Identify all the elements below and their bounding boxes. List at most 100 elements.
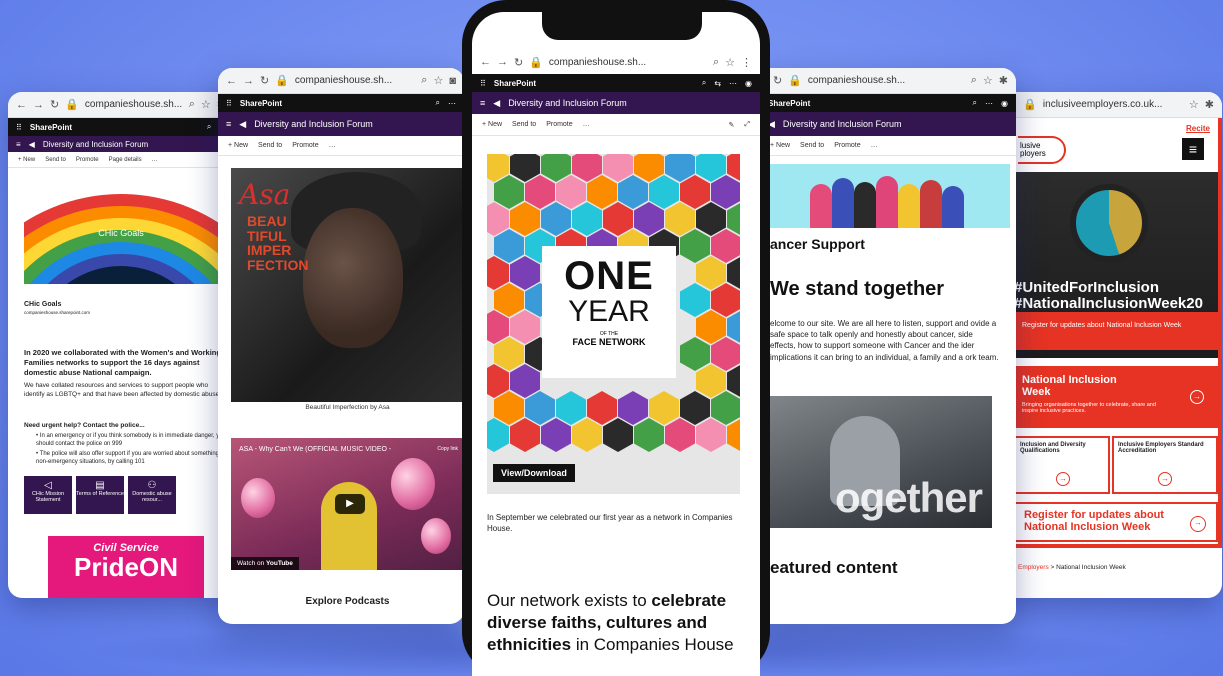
reload-icon[interactable]: ↻ <box>773 74 782 87</box>
back-icon[interactable]: ← <box>480 56 491 68</box>
breadcrumb-link[interactable]: Employers <box>1018 564 1049 571</box>
edit-icon[interactable]: ✎ <box>729 121 735 129</box>
star-icon[interactable]: ☆ <box>1189 98 1199 111</box>
arrow-circle-icon[interactable]: → <box>1190 390 1204 404</box>
sharepoint-label[interactable]: SharePoint <box>30 123 199 132</box>
forward-icon[interactable]: → <box>33 99 44 111</box>
more-icon[interactable]: ⋯ <box>729 79 737 88</box>
accreditation-card[interactable]: Inclusive Employers Standard Accreditati… <box>1112 436 1218 494</box>
tile-terms-of-reference[interactable]: ▤ Terms of Reference <box>76 476 124 514</box>
star-icon[interactable]: ☆ <box>201 98 211 111</box>
reload-icon[interactable]: ↻ <box>514 56 523 69</box>
hex-tile <box>711 175 740 209</box>
niw-subtitle: Bringing organisations together to celeb… <box>1022 402 1156 415</box>
menu-icon[interactable]: ≡ <box>16 140 21 149</box>
new-button[interactable]: + New <box>18 157 35 163</box>
camera-icon[interactable]: ◙ <box>449 75 456 87</box>
sharepoint-label[interactable]: SharePoint <box>240 99 428 108</box>
recite-link[interactable]: Recite <box>1186 124 1210 133</box>
copy-link[interactable]: Copy link <box>437 446 458 452</box>
address-bar[interactable]: inclusiveemployers.co.uk... <box>1043 99 1183 110</box>
promote-button[interactable]: Promote <box>834 142 860 149</box>
address-bar[interactable]: companieshouse.sh... <box>808 75 965 86</box>
site-title[interactable]: Diversity and Inclusion Forum <box>254 119 373 129</box>
more-button[interactable]: … <box>583 121 590 128</box>
search-icon[interactable]: ⌕ <box>436 98 440 108</box>
promote-button[interactable]: Promote <box>292 142 318 149</box>
new-button[interactable]: + New <box>228 142 248 149</box>
more-button[interactable]: … <box>329 142 336 149</box>
app-launcher-icon[interactable]: ⠿ <box>226 99 232 108</box>
forward-icon[interactable]: → <box>243 75 254 87</box>
forward-icon[interactable]: → <box>497 56 508 68</box>
send-to-button[interactable]: Send to <box>258 142 282 149</box>
zoom-icon[interactable]: ⌕ <box>971 74 977 87</box>
album-cover-image[interactable]: Asa BEAU TIFUL IMPER FECTION <box>231 168 464 402</box>
card-label: Inclusive Employers Standard Accreditati… <box>1118 442 1204 454</box>
more-button[interactable]: … <box>152 157 158 163</box>
star-icon[interactable]: ☆ <box>983 74 993 87</box>
more-icon[interactable]: ⋯ <box>985 99 993 108</box>
extensions-icon[interactable]: ✱ <box>1205 98 1214 111</box>
menu-icon[interactable]: ≡ <box>226 119 231 129</box>
address-bar[interactable]: companieshouse.sh... <box>295 75 415 86</box>
zoom-icon[interactable]: ⌕ <box>189 98 195 111</box>
back-icon[interactable]: ← <box>16 99 27 111</box>
inclusive-employers-logo[interactable]: lusive ployers <box>1018 136 1066 164</box>
view-download-button[interactable]: View/Download <box>493 464 575 482</box>
menu-icon[interactable]: ≡ <box>1182 138 1204 160</box>
site-title[interactable]: Diversity and Inclusion Forum <box>508 98 627 108</box>
zoom-icon[interactable]: ⌕ <box>421 74 427 87</box>
youtube-embed[interactable]: ASA - Why Can't We (OFFICIAL MUSIC VIDEO… <box>231 438 464 570</box>
more-button[interactable]: … <box>871 142 878 149</box>
hex-tile <box>556 391 586 425</box>
search-icon[interactable]: ⌕ <box>207 122 211 132</box>
star-icon[interactable]: ☆ <box>725 56 735 69</box>
promote-button[interactable]: Promote <box>546 121 572 128</box>
one-year-poster[interactable]: ONE YEAR OF THE FACE NETWORK View/Downlo… <box>487 154 740 494</box>
menu-icon[interactable]: ≡ <box>480 98 485 108</box>
send-to-button[interactable]: Send to <box>800 142 824 149</box>
register-big-button[interactable]: Register for updates about National Incl… <box>1014 502 1218 542</box>
register-small-banner[interactable]: Register for updates about National Incl… <box>1014 312 1218 350</box>
search-icon[interactable]: ⌕ <box>973 98 977 108</box>
card-url[interactable]: companieshouse.sharepoint.com <box>24 310 90 316</box>
watch-on-youtube[interactable]: Watch on YouTube <box>231 557 299 570</box>
share-icon[interactable]: ⇆ <box>714 79 721 88</box>
expand-icon[interactable]: ⤢ <box>744 121 750 129</box>
tile-domestic-abuse[interactable]: ⚇ Domestic abuse resour... <box>128 476 176 514</box>
send-to-button[interactable]: Send to <box>512 121 536 128</box>
site-title[interactable]: Diversity and Inclusion Forum <box>43 140 148 149</box>
site-title[interactable]: Diversity and Inclusion Forum <box>783 119 902 129</box>
play-icon[interactable]: ▶ <box>335 494 365 514</box>
qualifications-card[interactable]: Inclusion and Diversity Qualifications → <box>1014 436 1110 494</box>
star-icon[interactable]: ☆ <box>433 74 443 87</box>
pride-on-banner[interactable]: Civil Service PrideON <box>48 536 204 598</box>
address-bar[interactable]: companieshouse.sh... <box>549 57 707 68</box>
app-launcher-icon[interactable]: ⠿ <box>16 123 22 132</box>
page-details-button[interactable]: Page details <box>109 157 142 163</box>
niw-promo[interactable]: National Inclusion Week Bringing organis… <box>1014 366 1218 428</box>
video-title[interactable]: ASA - Why Can't We (OFFICIAL MUSIC VIDEO… <box>239 446 429 453</box>
sharepoint-label[interactable]: SharePoint <box>494 79 694 88</box>
address-bar[interactable]: companieshouse.sh... <box>85 99 183 110</box>
sharepoint-label[interactable]: SharePoint <box>756 99 965 108</box>
send-to-button[interactable]: Send to <box>45 157 66 163</box>
card-title[interactable]: CHic Goals <box>24 300 61 309</box>
app-launcher-icon[interactable]: ⠿ <box>480 79 486 88</box>
menu-dots-icon[interactable]: ⋮ <box>741 56 752 69</box>
avatar[interactable]: ◉ <box>745 79 752 88</box>
more-icon[interactable]: ⋯ <box>448 99 456 108</box>
reload-icon[interactable]: ↻ <box>50 98 59 111</box>
search-icon[interactable]: ⌕ <box>702 78 706 88</box>
welcome-text: elcome to our site. We are all here to l… <box>770 319 999 362</box>
browser-window-inclusive-employers: ↻ 🔒 inclusiveemployers.co.uk... ☆ ✱ Reci… <box>1000 92 1222 598</box>
new-button[interactable]: + New <box>482 121 502 128</box>
reload-icon[interactable]: ↻ <box>260 74 269 87</box>
tile-mission-statement[interactable]: ◁ CHic Mission Statement <box>24 476 72 514</box>
back-icon[interactable]: ← <box>226 75 237 87</box>
avatar[interactable]: ◉ <box>1001 99 1008 108</box>
extensions-icon[interactable]: ✱ <box>999 74 1008 87</box>
promote-button[interactable]: Promote <box>76 157 99 163</box>
zoom-icon[interactable]: ⌕ <box>713 56 719 69</box>
